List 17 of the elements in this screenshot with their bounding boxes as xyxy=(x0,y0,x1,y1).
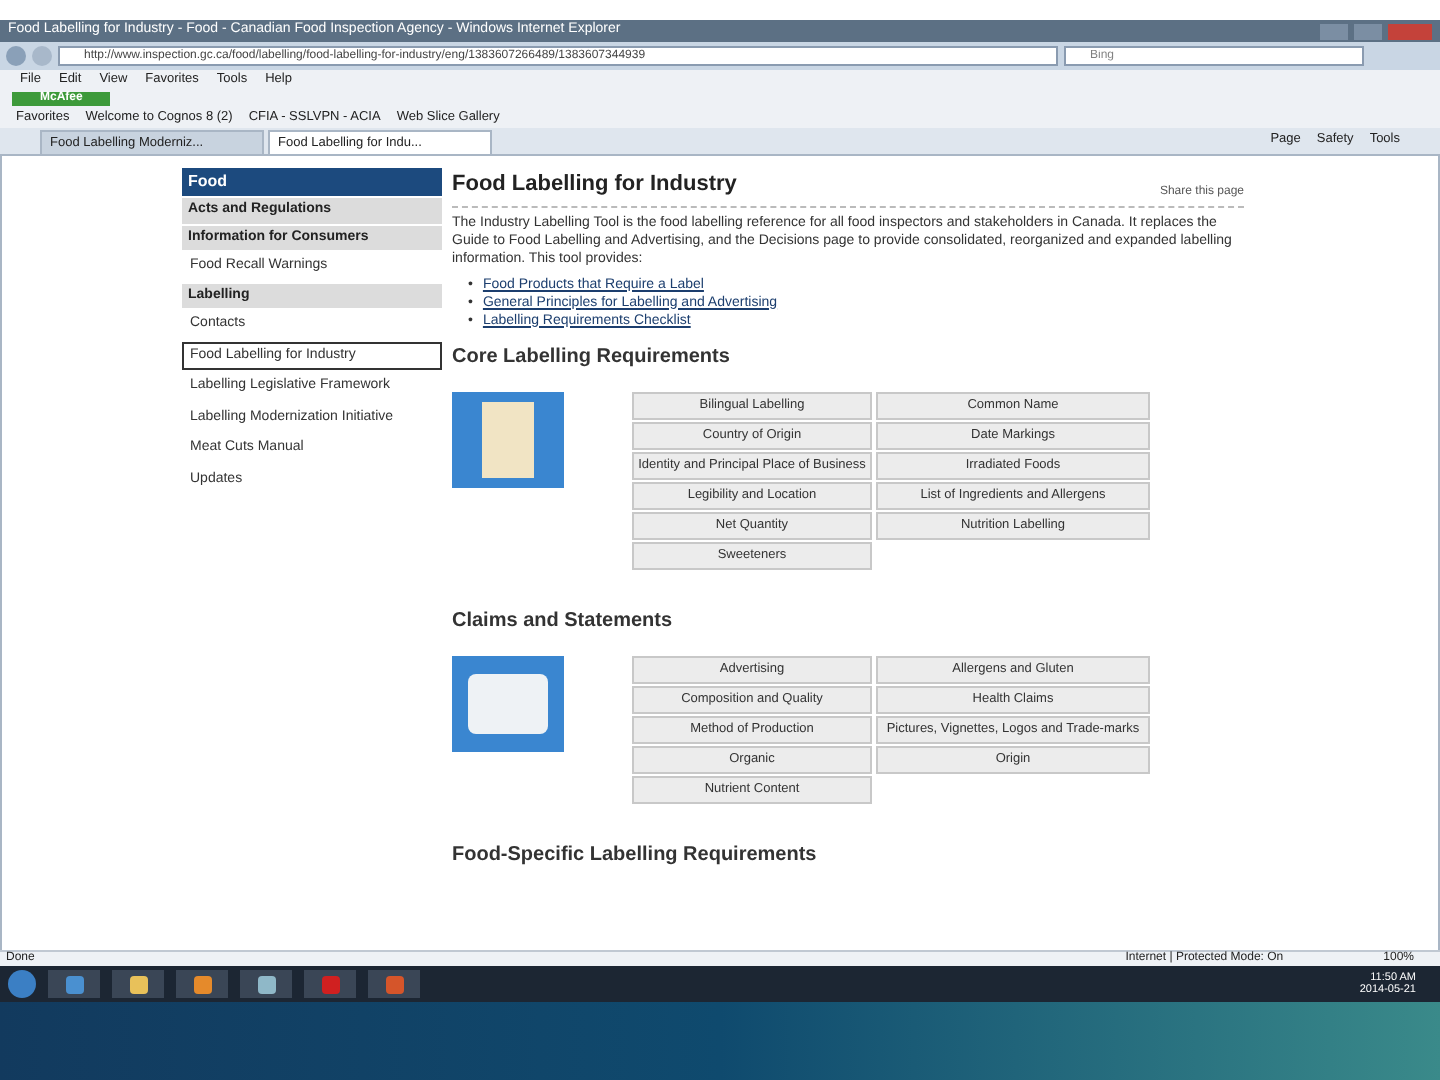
product-photo-placeholder xyxy=(452,655,564,751)
taskbar-app-icon[interactable] xyxy=(112,970,164,998)
start-button[interactable] xyxy=(8,970,36,998)
forward-button[interactable] xyxy=(32,46,52,66)
taskbar-app-icon[interactable] xyxy=(48,970,100,998)
sidebar-item[interactable]: Food xyxy=(182,168,442,196)
taskbar-app-icon[interactable] xyxy=(176,970,228,998)
section-heading: Food-Specific Labelling Requirements xyxy=(452,841,819,869)
taskbar-app-icon[interactable] xyxy=(368,970,420,998)
minimize-button[interactable] xyxy=(1320,23,1348,39)
section-heading: Core Labelling Requirements xyxy=(452,343,732,371)
back-button[interactable] xyxy=(6,46,26,66)
section-heading: Claims and Statements xyxy=(452,607,675,635)
taskbar-app-icon[interactable] xyxy=(240,970,292,998)
page-title: Food Labelling for Industry xyxy=(452,170,737,200)
product-photo-placeholder xyxy=(452,391,564,487)
maximize-button[interactable] xyxy=(1354,23,1382,39)
